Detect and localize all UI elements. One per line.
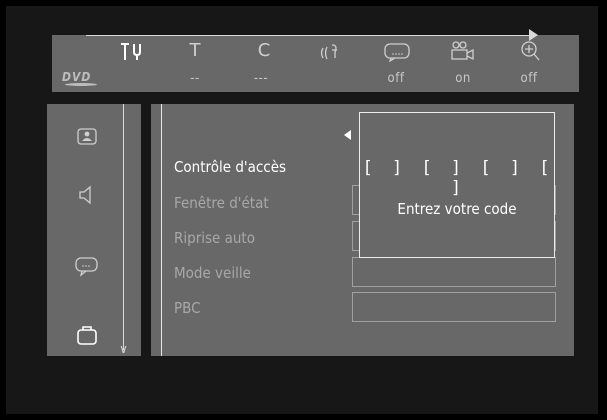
top-bar-arrow-right — [529, 29, 538, 41]
zoom-value: off — [520, 71, 538, 86]
menu-item-pbc[interactable]: PBC — [174, 298, 201, 318]
selection-arrow-icon — [344, 130, 351, 140]
pbc-value-field[interactable] — [352, 292, 556, 322]
menu-item-auto-resume[interactable]: Riprise auto — [174, 228, 255, 248]
code-entry-slots[interactable]: [ ] [ ] [ ] [ ] — [360, 158, 554, 198]
top-menu-bar: DVD T C -- --- off on off — [52, 35, 579, 92]
panel-divider — [161, 104, 162, 356]
settings-tools-icon[interactable] — [116, 40, 146, 62]
subtitle-value: off — [387, 71, 405, 86]
title-value: -- — [190, 71, 200, 86]
camera-angle-value: on — [455, 71, 471, 86]
chapter-icon[interactable]: C — [249, 40, 279, 62]
chapter-value: --- — [253, 71, 269, 86]
menu-item-standby-mode[interactable]: Mode veille — [174, 263, 251, 283]
side-menu-divider — [123, 104, 124, 350]
access-code-dialog[interactable]: [ ] [ ] [ ] [ ] Entrez votre code — [359, 112, 555, 258]
zoom-icon[interactable] — [516, 40, 546, 62]
menu-item-access-control[interactable]: Contrôle d'accès — [174, 157, 286, 177]
speaker-icon[interactable] — [72, 181, 102, 209]
picture-icon[interactable] — [72, 123, 102, 151]
camera-angle-icon[interactable] — [448, 40, 478, 62]
chat-bubble-icon[interactable] — [72, 252, 102, 280]
side-menu-arrow-down: ∨ — [119, 342, 128, 356]
briefcase-icon[interactable] — [72, 321, 102, 349]
settings-category-menu: ∨ — [47, 104, 141, 356]
top-bar-divider — [86, 35, 533, 36]
menu-item-status-window[interactable]: Fenêtre d'état — [174, 193, 269, 213]
osd-screen: DVD T C -- --- off on off ∨ Contrôle d'a… — [6, 6, 598, 414]
standby-mode-value-field[interactable] — [352, 257, 556, 287]
subtitle-icon[interactable] — [382, 40, 412, 62]
dvd-logo: DVD — [62, 70, 102, 86]
code-prompt: Entrez votre code — [397, 200, 517, 218]
audio-icon[interactable] — [316, 40, 346, 62]
title-icon[interactable]: T — [180, 40, 210, 62]
